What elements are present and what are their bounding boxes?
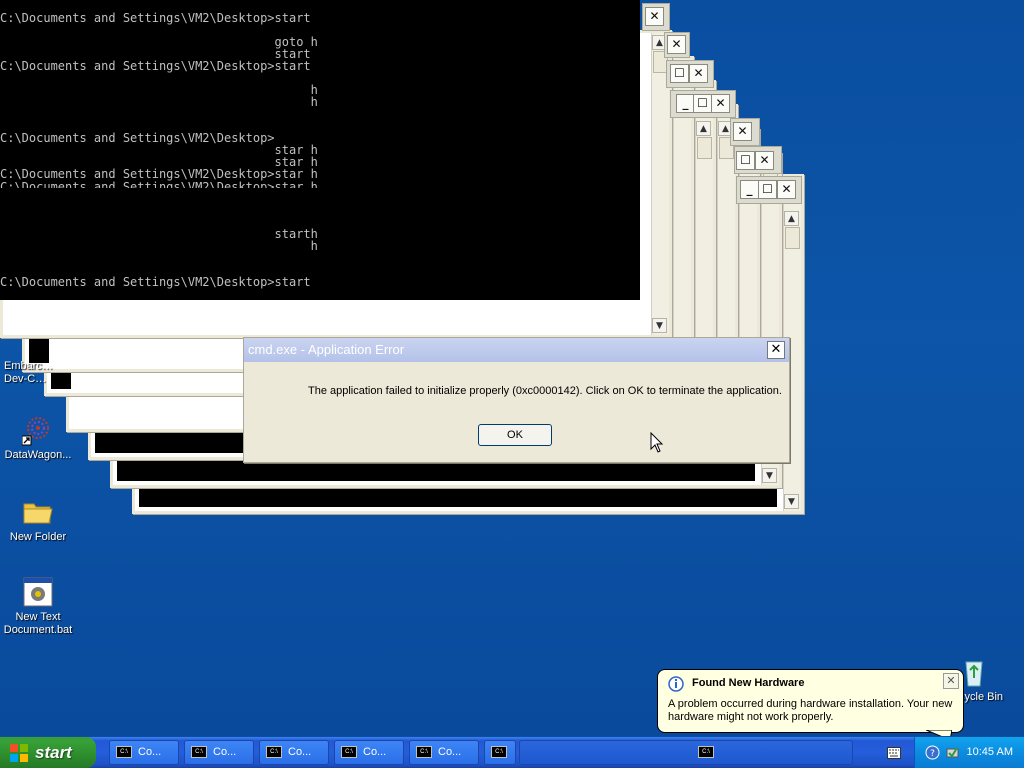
desktop-icon-datawagon[interactable]: DataWagon... (0, 414, 78, 462)
taskbar-item-label: Co... (438, 746, 462, 758)
dialog-close-button[interactable]: ✕ (767, 341, 785, 359)
console-output: C:\Documents and Settings\VM2\Desktop>st… (0, 11, 318, 289)
close-icon[interactable]: ✕ (711, 94, 730, 113)
cmd-icon: C:\ (698, 746, 714, 758)
help-icon[interactable]: ? (925, 745, 940, 760)
embarcadero-icon-label: Embarc… Dev-C… (4, 360, 53, 385)
scroll-up-icon[interactable]: ▲ (696, 121, 711, 136)
datawagon-label: DataWagon... (4, 449, 72, 461)
dialog-title: cmd.exe - Application Error (248, 342, 405, 357)
clock[interactable]: 10:45 AM (967, 737, 1013, 768)
taskbar-item-cmd-1[interactable]: C:\ Co... (109, 740, 179, 765)
scroll-thumb[interactable] (785, 227, 800, 249)
taskbar-item-cmd-4[interactable]: C:\ Co... (334, 740, 404, 765)
balloon-body: A problem occurred during hardware insta… (668, 698, 953, 723)
taskbar-item-label: Co... (363, 746, 387, 758)
taskbar-item-label: Co... (288, 746, 312, 758)
svg-text:?: ? (930, 749, 935, 759)
taskbar-item-cmd-3[interactable]: C:\ Co... (259, 740, 329, 765)
ok-button[interactable]: OK (478, 424, 552, 446)
cmd-icon: C:\ (116, 746, 132, 758)
taskbar: start C:\ Co... C:\ Co... C:\ Co... C:\ … (0, 737, 1024, 768)
taskbar-item-cmd-6[interactable]: C:\ (484, 740, 516, 765)
found-new-hardware-balloon[interactable]: Found New Hardware ✕ A problem occurred … (657, 669, 964, 733)
start-button[interactable]: start (0, 737, 96, 768)
minimize-icon[interactable]: _ (740, 180, 759, 199)
cmd-icon: C:\ (341, 746, 357, 758)
batch-file-icon (22, 576, 54, 608)
close-icon[interactable]: ✕ (755, 151, 774, 170)
console-overlap-line: C:\Documents and Settings\VM2\Desktop>st… (0, 181, 318, 188)
cmd-icon: C:\ (266, 746, 282, 758)
new-folder-label: New Folder (9, 531, 67, 543)
maximize-icon[interactable]: ☐ (736, 151, 755, 170)
folder-icon (22, 496, 54, 528)
taskbar-item-cmd-5[interactable]: C:\ Co... (409, 740, 479, 765)
cmd-icon: C:\ (491, 746, 507, 758)
taskbar-item-cmd-2[interactable]: C:\ Co... (184, 740, 254, 765)
cmd-icon: C:\ (416, 746, 432, 758)
maximize-icon[interactable]: ☐ (758, 180, 777, 199)
close-icon[interactable]: ✕ (689, 64, 708, 83)
balloon-close-button[interactable]: ✕ (943, 673, 959, 689)
taskbar-item-cmd-7[interactable]: C:\ (519, 740, 853, 765)
cmd-icon: C:\ (191, 746, 207, 758)
close-icon[interactable]: ✕ (667, 35, 686, 54)
scroll-down-icon[interactable]: ▼ (652, 318, 667, 333)
balloon-tail (926, 730, 952, 736)
desktop-icon-batch-file[interactable]: New Text Document.bat (0, 576, 78, 637)
start-label: start (35, 743, 72, 762)
desktop-icon-new-folder[interactable]: New Folder (0, 496, 78, 544)
system-tray: ? 10:45 AM (914, 737, 1024, 768)
dialog-title-bar[interactable]: cmd.exe - Application Error (244, 338, 789, 362)
info-icon (668, 676, 684, 692)
balloon-title: Found New Hardware (692, 677, 805, 689)
hardware-icon[interactable] (945, 745, 960, 760)
mouse-cursor-icon (650, 432, 664, 453)
cmd-console-window[interactable]: C:\Documents and Settings\VM2\Desktop>st… (0, 0, 640, 300)
taskbar-item-label: Co... (213, 746, 237, 758)
scroll-up-icon[interactable]: ▲ (784, 211, 799, 226)
close-icon[interactable]: ✕ (645, 7, 664, 26)
maximize-icon[interactable]: ☐ (693, 94, 712, 113)
scroll-down-icon[interactable]: ▼ (762, 468, 777, 483)
keyboard-icon[interactable] (887, 747, 901, 759)
scroll-thumb[interactable] (697, 137, 712, 159)
scroll-down-icon[interactable]: ▼ (784, 494, 799, 509)
maximize-icon[interactable]: ☐ (670, 64, 689, 83)
close-icon[interactable]: ✕ (777, 180, 796, 199)
application-error-dialog[interactable]: cmd.exe - Application Error ✕ The applic… (243, 337, 790, 463)
close-icon[interactable]: ✕ (733, 122, 752, 141)
desktop: ▲ ▼ ▲ ▼ ▲ ▲ ▲ (0, 0, 1024, 736)
windows-logo-icon (10, 744, 28, 762)
batch-file-label: New Text Document.bat (3, 611, 73, 636)
desktop-icon-embarcadero[interactable]: Embarc… Dev-C… (0, 360, 60, 386)
dialog-message: The application failed to initialize pro… (308, 385, 782, 397)
taskbar-item-label: Co... (138, 746, 162, 758)
datawagon-icon (21, 414, 54, 446)
